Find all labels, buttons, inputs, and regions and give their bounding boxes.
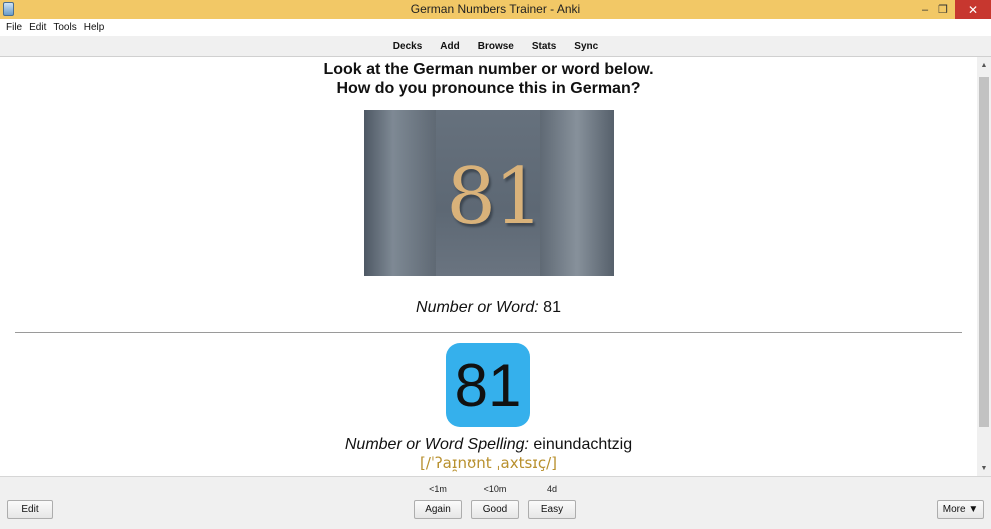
menu-bar: File Edit Tools Help — [0, 19, 991, 36]
toolbar-browse[interactable]: Browse — [469, 41, 523, 52]
good-interval: <10m — [483, 484, 507, 494]
number-label: Number or Word: — [416, 299, 539, 316]
number-badge: 81 — [446, 343, 530, 427]
again-interval: <1m — [429, 484, 447, 494]
spelling-value: einundachtzig — [533, 436, 633, 453]
menu-help[interactable]: Help — [77, 22, 105, 33]
easy-interval: 4d — [546, 484, 557, 494]
more-button[interactable]: More ▼ — [937, 500, 984, 519]
close-icon[interactable]: ✕ — [955, 0, 991, 19]
spelling-label: Number or Word Spelling: — [344, 436, 529, 453]
menu-tools[interactable]: Tools — [46, 22, 76, 33]
scroll-down-icon[interactable]: ▼ — [977, 460, 991, 476]
question-line-1: Look at the German number or word below. — [323, 61, 654, 78]
number-value: 81 — [543, 299, 561, 316]
door-panel-right — [540, 110, 614, 276]
menu-edit[interactable]: Edit — [22, 22, 46, 33]
house-number-image: 81 — [364, 110, 614, 276]
edit-button[interactable]: Edit — [7, 500, 53, 519]
spelling-field: Number or Word Spelling: einundachtzig — [0, 436, 977, 454]
toolbar-sync[interactable]: Sync — [565, 41, 607, 52]
question-line-2: How do you pronounce this in German? — [336, 80, 641, 97]
number-field: Number or Word: 81 — [0, 299, 977, 317]
vertical-scrollbar[interactable]: ▲ ▼ — [977, 57, 991, 476]
menu-file[interactable]: File — [0, 22, 22, 33]
door-number: 81 — [446, 152, 543, 242]
toolbar-add[interactable]: Add — [431, 41, 468, 52]
scroll-up-icon[interactable]: ▲ — [977, 57, 991, 73]
review-bottom-bar: Edit <1m <10m 4d Again Good Easy More ▼ — [0, 476, 991, 529]
restore-icon[interactable]: ❐ — [930, 0, 956, 19]
card-question: Look at the German number or word below.… — [0, 60, 977, 98]
easy-button[interactable]: Easy — [528, 500, 576, 519]
answer-divider — [15, 332, 962, 333]
window-title: German Numbers Trainer - Anki — [410, 2, 581, 16]
toolbar-decks[interactable]: Decks — [384, 41, 431, 52]
title-bar: German Numbers Trainer - Anki – ❐ ✕ — [0, 0, 991, 19]
scroll-thumb[interactable] — [979, 77, 989, 427]
door-panel-left — [364, 110, 436, 276]
toolbar-stats[interactable]: Stats — [523, 41, 565, 52]
card-content: Look at the German number or word below.… — [0, 57, 977, 476]
again-button[interactable]: Again — [414, 500, 462, 519]
good-button[interactable]: Good — [471, 500, 519, 519]
main-toolbar: Decks Add Browse Stats Sync — [0, 36, 991, 57]
ipa-pronunciation: [/ˈʔaɪ̯nʊnt ˌaxtsɪç/] — [420, 454, 557, 472]
